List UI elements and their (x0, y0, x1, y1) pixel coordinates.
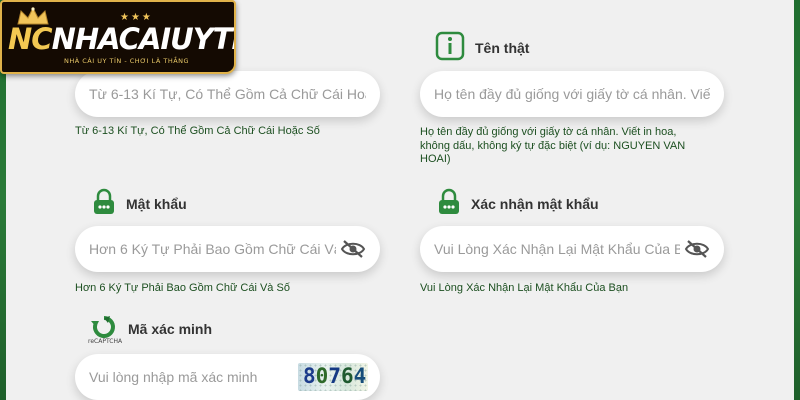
password-label: Mật khẩu (126, 195, 187, 212)
logo-brand-rest: NHACAIUYTIN (51, 22, 234, 56)
captcha-image[interactable]: 80764 (298, 363, 368, 391)
site-logo[interactable]: ★★★ NCNHACAIUYTIN NHÀ CÁI UY TÍN - CHƠI … (0, 0, 236, 74)
recaptcha-caption: reCAPTCHA (88, 338, 123, 345)
captcha-label: Mã xác minh (128, 320, 213, 337)
password-hint: Hơn 6 Ký Tự Phải Bao Gồm Chữ Cái Và Số (75, 282, 290, 294)
username-input-box[interactable] (75, 71, 380, 117)
confirm-password-label: Xác nhận mật khẩu (471, 195, 599, 212)
password-input[interactable] (89, 241, 336, 257)
captcha-digit: 6 (340, 364, 354, 388)
logo-brand-prefix: NC (8, 22, 53, 56)
captcha-code: 80764 (303, 364, 366, 388)
captcha-digit: 8 (303, 364, 316, 388)
fullname-input-box[interactable] (420, 71, 724, 117)
confirm-password-hint: Vui Lòng Xác Nhận Lại Mật Khẩu Của Bạn (420, 282, 629, 294)
confirm-password-input[interactable] (434, 241, 680, 257)
password-input-box[interactable] (75, 226, 380, 272)
fullname-label: Tên thật (475, 39, 530, 56)
eye-slash-icon[interactable] (340, 239, 366, 259)
confirm-password-input-box[interactable] (420, 226, 724, 272)
eye-slash-icon[interactable] (684, 239, 710, 259)
password-label-row: Mật khẩu (92, 188, 187, 219)
fullname-input[interactable] (434, 86, 710, 102)
logo-tagline: NHÀ CÁI UY TÍN - CHƠI LÀ THẮNG (64, 57, 190, 65)
username-hint: Từ 6-13 Kí Tự, Có Thể Gồm Cả Chữ Cái Hoặ… (75, 125, 320, 137)
right-background-strip (794, 0, 800, 400)
username-input[interactable] (89, 86, 366, 102)
confirm-password-label-row: Xác nhận mật khẩu (437, 188, 599, 219)
fullname-label-row: Tên thật (435, 31, 529, 64)
fullname-hint: Họ tên đầy đủ giống với giấy tờ cá nhân.… (420, 126, 750, 167)
info-icon (435, 31, 465, 64)
fullname-hint-line-3: HOAI) (420, 153, 451, 165)
captcha-digit: 4 (353, 364, 367, 388)
captcha-digit: 7 (328, 364, 341, 388)
logo-brand: NCNHACAIUYTIN (8, 22, 234, 56)
fullname-hint-line-1: Họ tên đầy đủ giống với giấy tờ cá nhân.… (420, 126, 677, 138)
captcha-digit: 0 (315, 364, 329, 388)
captcha-input-box[interactable]: 80764 (75, 354, 380, 400)
fullname-hint-line-2: không dấu, không ký tự đặc biệt (ví dụ: … (420, 139, 686, 152)
lock-icon (92, 188, 116, 219)
lock-icon (437, 188, 461, 219)
